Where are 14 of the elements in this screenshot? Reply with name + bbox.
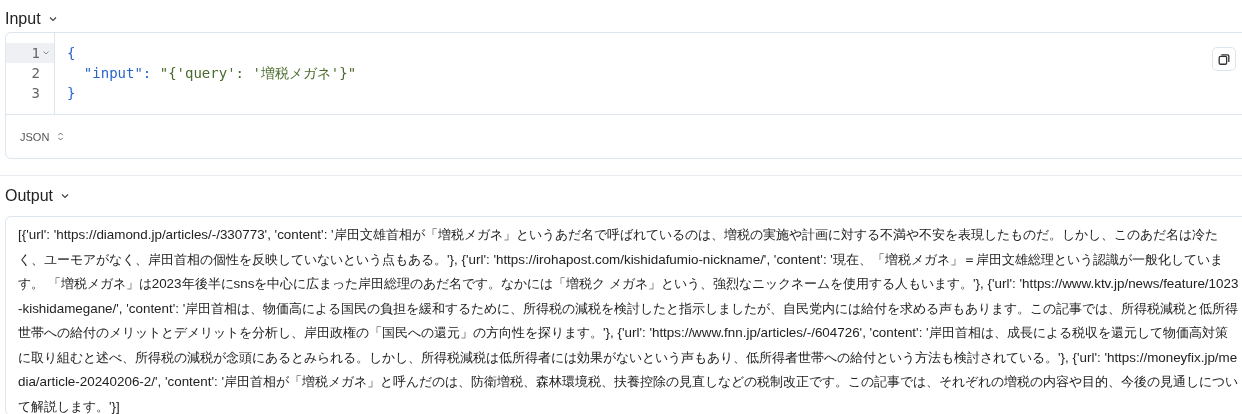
copy-icon	[1217, 52, 1231, 66]
copy-button[interactable]	[1212, 47, 1236, 71]
up-down-icon	[57, 131, 65, 142]
line-number: 3	[30, 84, 41, 103]
output-text: [{'url': 'https://diamond.jp/articles/-/330773', 'content': '岸田文雄首相が「増税メガネ」というあだ名で呼ばれているのは、増税の実施や計画に対する不満や不安を表現したものだ。しかし、このあだ名は冷たく、ユーモアがなく、岸田首相の個性を反映していないという点もある。'}, {'url': 'https://irohapost.com/kishidafumio-nickname/', 'content': '現在、「増税メガネ」＝岸田文雄総理という認識が一般化しています。 「増税メガネ」は2023年後半にsnsを中心に広まった岸田総理のあだ名です。なかには「増税ク メガネ」という、強烈なニックネームを使用する人もいます。'}, {'url': 'https://www.ktv.jp/news/feature/1023-kishidamegane/', 'content': '岸田首相は、物価高による国民の負担を緩和するために、所得税の減税を検討したと指示しましたが、自民党内には給付を求める声もあります。この記事では、所得税減税と低所得世帯への給付のメリットとデメリットを分析し、岸田政権の「国民への還元」の方向性を探ります。'}, {'url': 'https://www.fnn.jp/articles/-/604726', 'content': '岸田首相は、成長による税収を還元して物価高対策に取り組むと述べ、所得税の減税が念頭にあるとみられる。しかし、所得税減税は低所得者には効果がないという声もあり、低所得者世帯への給付という方法も検討されている。'}, {'url': 'https://moneyfix.jp/media/article-20240206-2/', 'content': '岸田首相が「増税メガネ」と呼んだのは、防衛増税、森林環境税、扶養控除の見直しなどの税制改正です。この記事では、それぞれの増税の内容や目的、今後の見通しについて解説します。'}]	[18, 226, 1240, 414]
section-title: Output	[5, 187, 54, 205]
fold-icon[interactable]	[42, 49, 50, 57]
line-number: 1	[6, 43, 54, 63]
line-number: 2	[30, 64, 41, 83]
section-title: Input	[5, 10, 41, 28]
code-line: "input": "{'query': '増税メガネ'}"	[82, 64, 357, 83]
code-line: {	[67, 44, 77, 63]
code-line: }	[67, 84, 77, 103]
language-selector[interactable]: JSON	[20, 130, 65, 143]
